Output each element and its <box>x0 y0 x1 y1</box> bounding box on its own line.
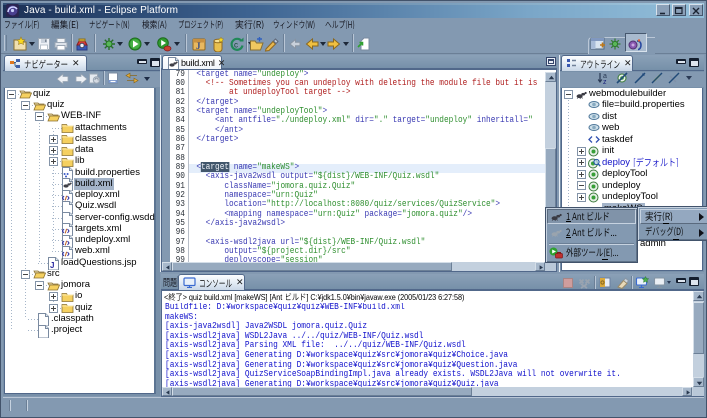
svg-text:c: c <box>234 41 238 50</box>
svg-text:z: z <box>603 79 607 86</box>
svg-text:J: J <box>196 41 201 51</box>
